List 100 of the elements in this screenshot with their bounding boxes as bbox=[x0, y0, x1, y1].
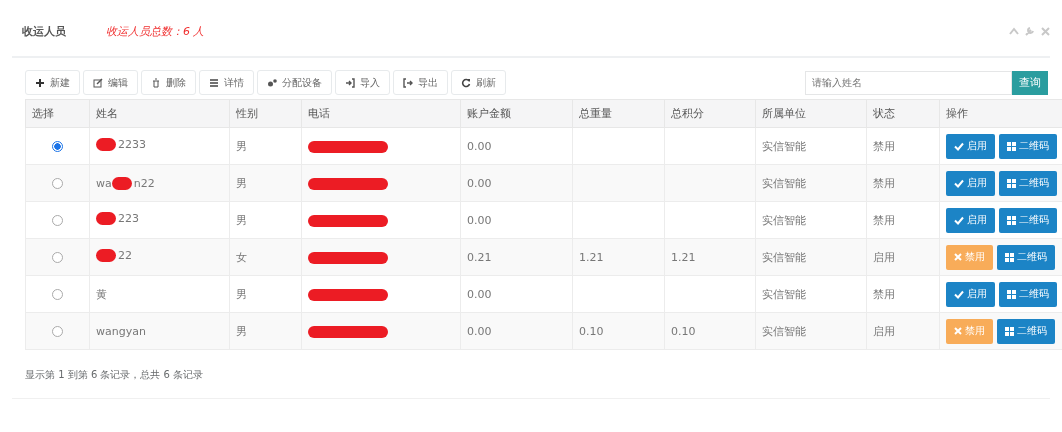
sign-in-icon bbox=[345, 77, 355, 88]
row-radio[interactable] bbox=[52, 141, 63, 152]
row-radio[interactable] bbox=[52, 289, 63, 300]
row-radio[interactable] bbox=[52, 178, 63, 189]
column-header: 性别 bbox=[229, 99, 302, 128]
row-radio[interactable] bbox=[52, 215, 63, 226]
x-icon bbox=[954, 327, 962, 335]
table-cell: 1.21 bbox=[572, 238, 665, 276]
table-cell: 男 bbox=[229, 312, 302, 350]
name-text: n22 bbox=[133, 176, 155, 190]
table-cell: 实信智能 bbox=[755, 238, 867, 276]
table-cell: 启用 bbox=[866, 312, 940, 350]
qr-code-button[interactable]: 二维码 bbox=[999, 207, 1057, 233]
column-header: 姓名 bbox=[89, 99, 230, 128]
table-cell: 0.21 bbox=[460, 238, 573, 276]
toolbar-button[interactable]: 导出 bbox=[393, 70, 448, 95]
table-cell: 男 bbox=[229, 127, 302, 165]
table-cell: 1.21 bbox=[664, 238, 756, 276]
name-text: 黄 bbox=[96, 286, 107, 302]
qr-code-button[interactable]: 二维码 bbox=[999, 281, 1057, 307]
toolbar-button[interactable]: 删除 bbox=[141, 70, 196, 95]
check-icon bbox=[954, 215, 964, 225]
redaction-mark bbox=[111, 176, 132, 190]
toolbar-button[interactable]: 编辑 bbox=[83, 70, 138, 95]
x-icon bbox=[954, 253, 962, 261]
toolbar-button[interactable]: 详情 bbox=[199, 70, 254, 95]
row-radio[interactable] bbox=[52, 252, 63, 263]
redaction-mark bbox=[96, 249, 116, 262]
table-cell: 0.00 bbox=[460, 127, 573, 165]
column-header: 电话 bbox=[301, 99, 461, 128]
enable-button[interactable]: 启用 bbox=[946, 207, 995, 233]
qr-code-icon bbox=[1007, 178, 1016, 188]
list-icon bbox=[209, 77, 219, 88]
name-text: wa bbox=[96, 176, 112, 190]
column-header: 所属单位 bbox=[755, 99, 867, 128]
toolbar-button[interactable]: 分配设备 bbox=[257, 70, 332, 95]
table-cell: 实信智能 bbox=[755, 201, 867, 239]
redaction-mark bbox=[96, 138, 116, 151]
enable-button[interactable]: 启用 bbox=[946, 281, 995, 307]
table-cell: 实信智能 bbox=[755, 127, 867, 165]
qr-code-button[interactable]: 二维码 bbox=[999, 133, 1057, 159]
qr-code-icon bbox=[1007, 215, 1016, 225]
table-cell: 实信智能 bbox=[755, 312, 867, 350]
table-cell: 禁用 bbox=[866, 127, 940, 165]
redaction-mark bbox=[96, 212, 116, 225]
qr-code-button[interactable]: 二维码 bbox=[997, 244, 1055, 270]
table-cell: 0.00 bbox=[460, 275, 573, 313]
name-text: wangyan bbox=[96, 324, 146, 338]
qr-code-icon bbox=[1007, 289, 1016, 299]
column-header: 总重量 bbox=[572, 99, 665, 128]
total-count-text: 收运人员总数：6 人 bbox=[106, 23, 205, 39]
gears-icon bbox=[267, 77, 277, 88]
panel-title: 收运人员 bbox=[22, 23, 66, 39]
qr-code-button[interactable]: 二维码 bbox=[999, 170, 1057, 196]
table-cell: 0.10 bbox=[572, 312, 665, 350]
column-header: 账户金额 bbox=[460, 99, 573, 128]
table-cell: 男 bbox=[229, 275, 302, 313]
qr-code-button[interactable]: 二维码 bbox=[997, 318, 1055, 344]
plus-icon bbox=[35, 77, 45, 88]
column-header: 总积分 bbox=[664, 99, 756, 128]
search-button[interactable]: 查询 bbox=[1012, 70, 1048, 95]
edit-icon bbox=[93, 77, 103, 88]
table-cell: 禁用 bbox=[866, 201, 940, 239]
table-cell: 0.00 bbox=[460, 312, 573, 350]
table-cell: 实信智能 bbox=[755, 275, 867, 313]
column-header: 状态 bbox=[866, 99, 940, 128]
check-icon bbox=[954, 141, 964, 151]
check-icon bbox=[954, 289, 964, 299]
name-text: 22 bbox=[118, 249, 132, 262]
table-cell: 实信智能 bbox=[755, 164, 867, 202]
pagination-info: 显示第 1 到第 6 条记录，总共 6 条记录 bbox=[25, 368, 205, 382]
row-radio[interactable] bbox=[52, 326, 63, 337]
qr-code-icon bbox=[1007, 141, 1016, 151]
table-cell: 0.00 bbox=[460, 201, 573, 239]
name-text: 223 bbox=[118, 212, 139, 225]
column-header: 操作 bbox=[939, 99, 1062, 128]
refresh-icon bbox=[461, 77, 471, 88]
column-header: 选择 bbox=[25, 99, 90, 128]
table-cell: 男 bbox=[229, 164, 302, 202]
check-icon bbox=[954, 178, 964, 188]
table-cell: 男 bbox=[229, 201, 302, 239]
toolbar-button[interactable]: 导入 bbox=[335, 70, 390, 95]
enable-button[interactable]: 启用 bbox=[946, 170, 995, 196]
table-cell: 禁用 bbox=[866, 275, 940, 313]
table-cell: 0.00 bbox=[460, 164, 573, 202]
close-icon[interactable] bbox=[1041, 26, 1050, 36]
toolbar-button[interactable]: 新建 bbox=[25, 70, 80, 95]
collapse-icon[interactable] bbox=[1009, 27, 1019, 35]
table-cell: 启用 bbox=[866, 238, 940, 276]
toolbar-button[interactable]: 刷新 bbox=[451, 70, 506, 95]
qr-code-icon bbox=[1005, 252, 1014, 262]
table-cell: 禁用 bbox=[866, 164, 940, 202]
table-cell: 女 bbox=[229, 238, 302, 276]
enable-button[interactable]: 启用 bbox=[946, 133, 995, 159]
sign-out-icon bbox=[403, 77, 413, 88]
qr-code-icon bbox=[1005, 326, 1014, 336]
name-text: 2233 bbox=[118, 138, 146, 151]
name-search-field[interactable]: 请输入姓名 bbox=[805, 70, 1012, 95]
trash-icon bbox=[151, 77, 161, 88]
table-cell: 0.10 bbox=[664, 312, 756, 350]
